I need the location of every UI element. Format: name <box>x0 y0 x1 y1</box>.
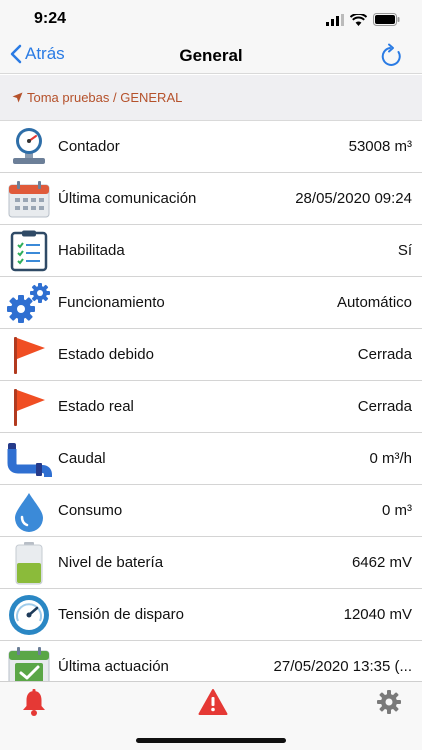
gears-icon <box>7 282 50 323</box>
row-label: Consumo <box>58 502 123 519</box>
row-label: Estado real <box>58 398 134 415</box>
breadcrumb: Toma pruebas / GENERAL <box>0 75 422 121</box>
warning-triangle-icon <box>198 689 228 715</box>
row-label: Funcionamiento <box>58 294 165 311</box>
clipboard-checklist-icon <box>10 230 48 271</box>
row-value: 27/05/2020 13:35 (... <box>273 658 412 675</box>
list-item: Estado real Cerrada <box>0 381 422 433</box>
row-label: Última comunicación <box>58 190 197 207</box>
list-item: Última actuación 27/05/2020 13:35 (... <box>0 641 422 681</box>
list-item: Última comunicación 28/05/2020 09:24 <box>0 173 422 225</box>
row-value: 28/05/2020 09:24 <box>295 190 412 207</box>
red-flag-icon <box>14 388 45 426</box>
row-label: Tensión de disparo <box>58 606 184 623</box>
row-value: 53008 m³ <box>348 138 412 155</box>
row-value: 12040 mV <box>343 606 412 623</box>
signal-icon <box>326 13 344 26</box>
list-item: Estado debido Cerrada <box>0 329 422 381</box>
row-label: Última actuación <box>58 658 169 675</box>
list-item: Funcionamiento Automático <box>0 277 422 329</box>
list-item: Caudal 0 m³/h <box>0 433 422 485</box>
status-time: 9:24 <box>34 10 67 27</box>
row-value: 0 m³ <box>382 502 412 519</box>
bell-icon <box>23 689 45 716</box>
refresh-icon <box>381 43 401 66</box>
battery-icon <box>15 541 43 584</box>
list-item: Tensión de disparo 12040 mV <box>0 589 422 641</box>
pressure-gauge-icon <box>13 127 45 164</box>
gear-icon <box>377 690 401 714</box>
page-title: General <box>179 46 243 65</box>
speedometer-icon <box>9 594 49 635</box>
pipe-icon <box>7 442 52 477</box>
info-list: Contador 53008 m³ Última comunicación 28… <box>0 121 422 681</box>
row-value: Automático <box>336 294 412 311</box>
tab-warnings[interactable] <box>198 688 228 721</box>
row-label: Caudal <box>58 450 106 467</box>
home-indicator <box>136 738 286 743</box>
row-label: Habilitada <box>58 242 125 259</box>
row-label: Contador <box>58 138 120 155</box>
list-item: Nivel de batería 6462 mV <box>0 537 422 589</box>
refresh-button[interactable] <box>380 43 404 74</box>
status-icons <box>326 13 400 26</box>
wifi-icon <box>350 13 367 26</box>
calendar-icon <box>8 180 50 217</box>
calendar-check-icon <box>8 646 50 681</box>
tab-settings[interactable] <box>375 688 403 721</box>
row-value: 0 m³/h <box>369 450 412 467</box>
row-label: Estado debido <box>58 346 154 363</box>
breadcrumb-text: Toma pruebas / GENERAL <box>27 90 183 105</box>
row-value: Sí <box>397 242 412 259</box>
tab-alarms[interactable] <box>20 688 48 721</box>
list-item: Habilitada Sí <box>0 225 422 277</box>
status-bar: 9:24 <box>0 0 422 40</box>
battery-status-icon <box>373 13 400 26</box>
location-arrow-icon <box>12 92 23 103</box>
row-value: Cerrada <box>357 398 412 415</box>
red-flag-icon <box>14 336 45 374</box>
list-item: Contador 53008 m³ <box>0 121 422 173</box>
water-drop-icon <box>15 492 43 532</box>
navigation-bar: Atrás General <box>0 40 422 74</box>
list-item: Consumo 0 m³ <box>0 485 422 537</box>
row-value: 6462 mV <box>351 554 412 571</box>
row-label: Nivel de batería <box>58 554 164 571</box>
row-value: Cerrada <box>357 346 412 363</box>
